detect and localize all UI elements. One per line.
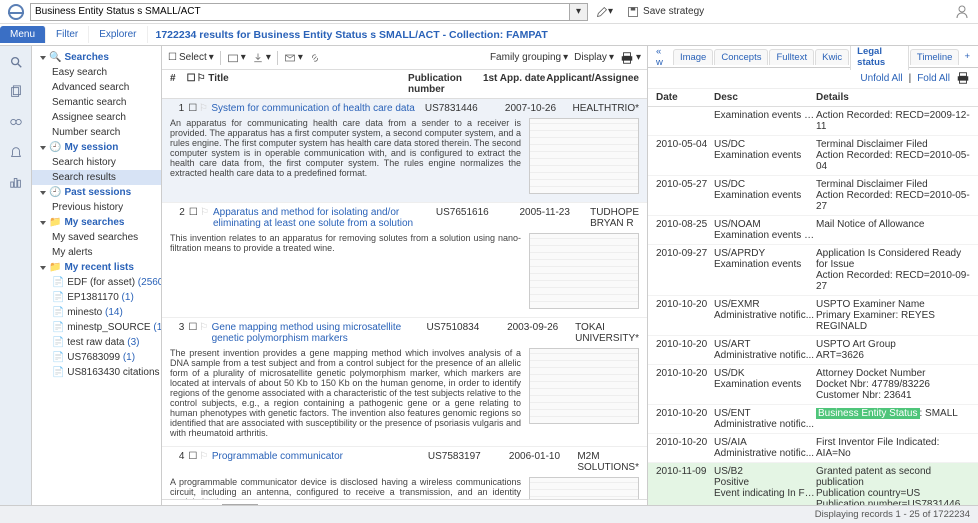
tool-link-icon[interactable] [8, 114, 24, 130]
col-index: # [170, 73, 187, 95]
tool-bell-icon[interactable] [8, 144, 24, 160]
user-account-icon[interactable] [954, 4, 970, 20]
legal-status-row: Examination events OAIAction Recorded: R… [648, 107, 978, 136]
ls-col-date: Date [656, 92, 714, 103]
mail-button[interactable]: ▾ [284, 52, 303, 64]
col-checkbox: ☐ [187, 73, 197, 95]
nav-item[interactable]: 📄 US8163430 citations (241) [32, 365, 161, 380]
rtab-add[interactable]: + [960, 49, 974, 64]
tab-explorer[interactable]: Explorer [89, 26, 147, 43]
nav-item[interactable]: Search results [32, 170, 161, 185]
app-logo-icon [8, 4, 24, 20]
nav-item[interactable]: 📄 EP1381170 (1) [32, 290, 161, 305]
display-menu[interactable]: Display ▾ [574, 52, 614, 63]
result-row[interactable]: 1☐⚐System for communication of health ca… [162, 99, 647, 203]
legal-status-row: 2010-09-27US/APRDYExamination eventsAppl… [648, 245, 978, 296]
nav-item[interactable]: 📄 US7683099 (1) [32, 350, 161, 365]
rtab-timeline[interactable]: Timeline [910, 49, 960, 65]
family-grouping-menu[interactable]: Family grouping ▾ [490, 52, 568, 63]
legal-status-row: 2010-10-20US/ARTAdministrative notific..… [648, 336, 978, 365]
nav-my-recent-lists[interactable]: 📁 My recent lists [32, 260, 161, 275]
tab-filter[interactable]: Filter [46, 26, 89, 43]
tool-stats-icon[interactable] [8, 174, 24, 190]
result-row[interactable]: 3☐⚐Gene mapping method using microsatell… [162, 318, 647, 447]
select-menu-button[interactable]: ☐ Select ▾ [168, 52, 214, 63]
result-row[interactable]: 2☐⚐Apparatus and method for isolating an… [162, 203, 647, 318]
patent-figure-thumb [529, 477, 639, 499]
nav-item[interactable]: 📄 test raw data (3) [32, 335, 161, 350]
nav-item[interactable]: Advanced search [32, 80, 161, 95]
tool-search-icon[interactable] [8, 54, 24, 70]
legal-status-row: 2010-05-27US/DCExamination eventsTermina… [648, 176, 978, 216]
col-assignee[interactable]: Applicant/Assignee [546, 73, 639, 95]
nav-item[interactable]: 📄 minestp_SOURCE (14) [32, 320, 161, 335]
legal-status-list: Examination events OAIAction Recorded: R… [648, 107, 978, 521]
folder-button[interactable]: ▾ [227, 52, 246, 64]
nav-item[interactable]: Assignee search [32, 110, 161, 125]
nav-item[interactable]: 📄 EDF (for asset) (2560) [32, 275, 161, 290]
print-legal-icon[interactable] [956, 71, 970, 85]
col-appdate[interactable]: 1st App. date [483, 73, 546, 95]
rtab-concepts[interactable]: Concepts [714, 49, 768, 65]
navigation-tree: 🔍 Searches Easy searchAdvanced searchSem… [32, 46, 162, 521]
edit-search-button[interactable]: ▾ [596, 6, 613, 18]
nav-item[interactable]: Search history [32, 155, 161, 170]
rtab-image[interactable]: Image [673, 49, 713, 65]
result-row[interactable]: 4☐⚐Programmable communicatorUS7583197200… [162, 447, 647, 499]
nav-item[interactable]: Easy search [32, 65, 161, 80]
nav-my-session[interactable]: 🕘 My session [32, 140, 161, 155]
results-count-title: 1722234 results for Business Entity Stat… [148, 26, 978, 44]
fold-all-link[interactable]: Fold All [917, 73, 950, 84]
export-button[interactable]: ▾ [252, 52, 271, 64]
patent-figure-thumb [529, 118, 639, 194]
legal-status-row: 2010-08-25US/NOAMExamination events OAOM… [648, 216, 978, 245]
nav-past-sessions[interactable]: 🕘 Past sessions [32, 185, 161, 200]
nav-my-searches[interactable]: 📁 My searches [32, 215, 161, 230]
rtab-kwic[interactable]: Kwic [815, 49, 849, 65]
nav-item[interactable]: My saved searches [32, 230, 161, 245]
nav-item[interactable]: Previous history [32, 200, 161, 215]
link-button[interactable] [309, 52, 321, 64]
patent-figure-thumb [529, 348, 639, 424]
legal-status-row: 2010-10-20US/ENTAdministrative notific..… [648, 405, 978, 434]
nav-searches[interactable]: 🔍 Searches [32, 50, 161, 65]
patent-figure-thumb [529, 233, 639, 309]
ls-col-desc: Desc [714, 92, 816, 103]
col-star: ⚐ [197, 73, 209, 95]
nav-item[interactable]: 📄 minesto (14) [32, 305, 161, 320]
nav-item[interactable]: My alerts [32, 245, 161, 260]
nav-item[interactable]: Semantic search [32, 95, 161, 110]
search-input[interactable] [30, 3, 570, 21]
save-strategy-label: Save strategy [643, 6, 704, 17]
nav-item[interactable]: Number search [32, 125, 161, 140]
rtab-nav-prev[interactable]: « w [652, 46, 672, 70]
legal-status-row: 2010-10-20US/DKExamination eventsAttorne… [648, 365, 978, 405]
print-button[interactable]: ▾ [620, 51, 641, 65]
save-strategy-button[interactable]: Save strategy [627, 6, 704, 18]
legal-status-row: 2010-10-20US/EXMRAdministrative notific.… [648, 296, 978, 336]
status-bar: Displaying records 1 - 25 of 1722234 [0, 505, 978, 523]
ls-col-details: Details [816, 92, 970, 103]
rtab-legal-status[interactable]: Legal status [850, 46, 909, 70]
results-list: 1☐⚐System for communication of health ca… [162, 99, 647, 499]
col-pubnum[interactable]: Publication number [408, 73, 483, 95]
rtab-fulltext[interactable]: Fulltext [769, 49, 814, 65]
legal-status-row: 2010-05-04US/DCExamination eventsTermina… [648, 136, 978, 176]
unfold-all-link[interactable]: Unfold All [860, 73, 902, 84]
search-dropdown-button[interactable]: ▾ [570, 3, 588, 21]
tool-copy-icon[interactable] [8, 84, 24, 100]
col-title[interactable]: Title [208, 73, 408, 95]
legal-status-row: 2010-10-20US/AIAAdministrative notific..… [648, 434, 978, 463]
tab-menu[interactable]: Menu [0, 26, 46, 43]
